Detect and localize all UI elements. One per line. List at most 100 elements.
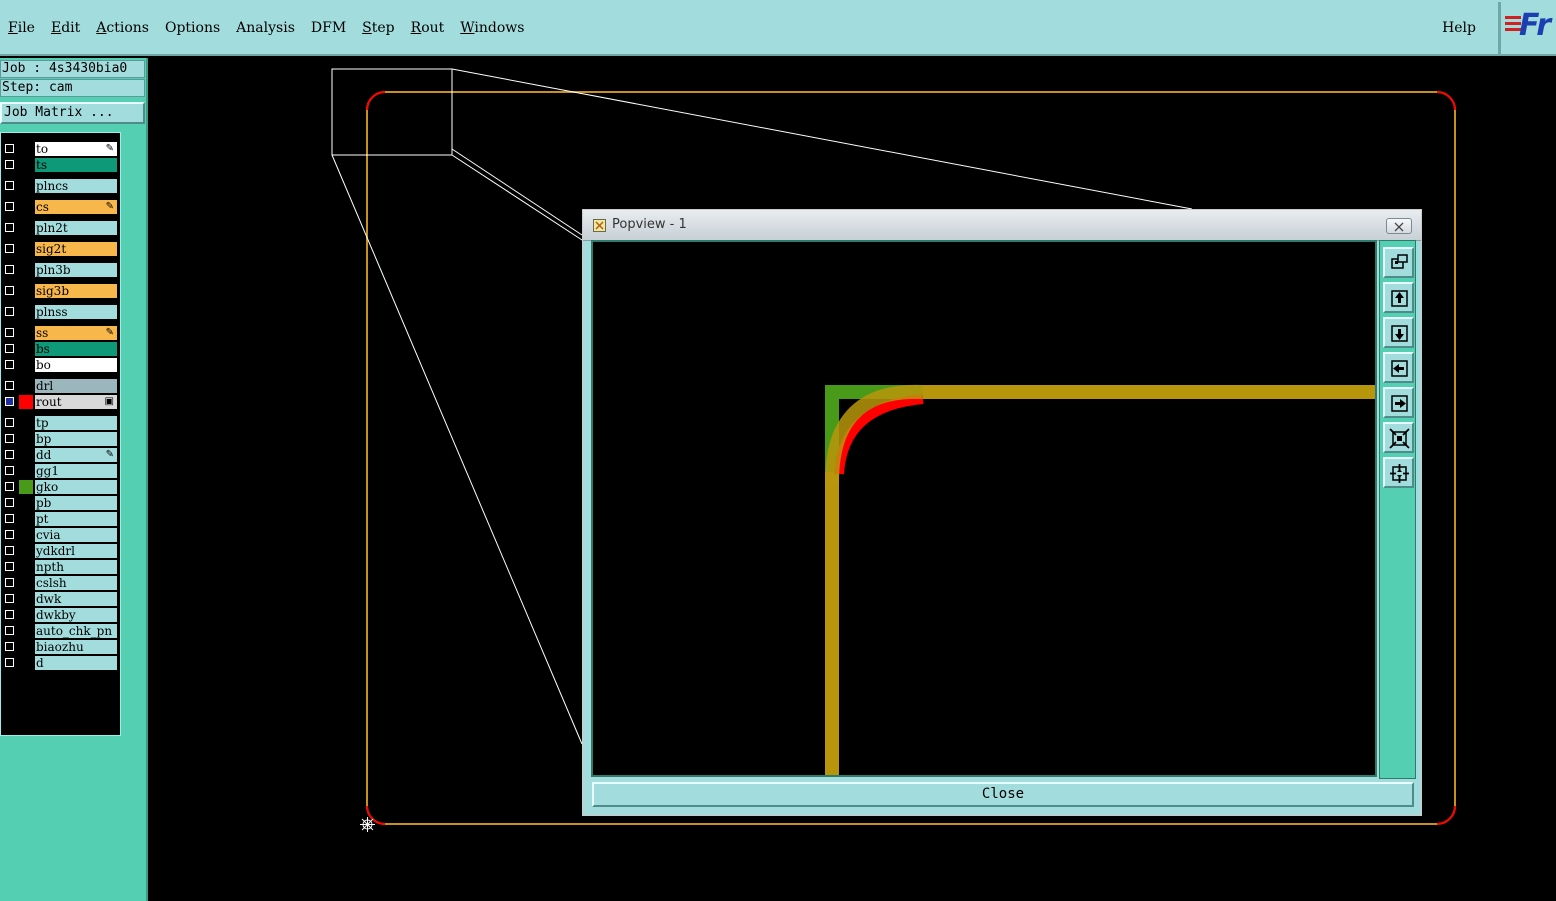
layer-checkbox[interactable] [5,344,14,353]
layer-name[interactable]: tp [35,416,117,430]
layer-name[interactable]: dwkby [35,608,117,622]
layer-row-plnss[interactable]: plnss [1,305,119,320]
layer-name[interactable]: plnss [35,305,117,319]
menu-rout[interactable]: Rout [403,18,453,38]
layer-checkbox[interactable] [5,626,14,635]
layer-checkbox[interactable] [5,434,14,443]
layer-name[interactable]: pln3b [35,263,117,277]
layer-row-rout[interactable]: rout ▣ [1,395,119,410]
layer-row-sig2t[interactable]: sig2t [1,242,119,257]
layer-checkbox[interactable] [5,202,14,211]
layer-checkbox[interactable] [5,562,14,571]
layer-name[interactable]: drl [35,379,117,393]
layer-name[interactable]: ss ✎ [35,326,117,340]
menu-file[interactable]: File [0,18,43,38]
layer-checkbox[interactable] [5,360,14,369]
zoom-out-button[interactable] [1383,422,1414,453]
layer-name[interactable]: biaozhu [35,640,117,654]
layer-checkbox[interactable] [5,307,14,316]
layer-row-bo[interactable]: bo [1,358,119,373]
layer-checkbox[interactable] [5,466,14,475]
layer-row-npth[interactable]: npth [1,560,119,575]
menu-dfm[interactable]: DFM [303,18,354,38]
layer-row-bs[interactable]: bs [1,342,119,357]
menu-actions[interactable]: Actions [88,18,157,38]
layer-name[interactable]: sig3b [35,284,117,298]
layer-row-tp[interactable]: tp [1,416,119,431]
layer-checkbox[interactable] [5,223,14,232]
layer-row-sig3b[interactable]: sig3b [1,284,119,299]
layer-row-to[interactable]: to ✎ [1,142,119,157]
layer-checkbox[interactable] [5,265,14,274]
menu-windows[interactable]: Windows [452,18,532,38]
layer-checkbox[interactable] [5,418,14,427]
popview-titlebar[interactable]: Popview - 1 [583,210,1421,241]
layer-checkbox[interactable] [5,530,14,539]
menu-edit[interactable]: Edit [43,18,88,38]
layer-row-gko[interactable]: gko [1,480,119,495]
pan-right-button[interactable] [1383,387,1414,418]
layer-name[interactable]: rout ▣ [35,395,117,409]
layer-row-auto_chk_pn[interactable]: auto_chk_pn [1,624,119,639]
layer-row-d[interactable]: d [1,656,119,671]
menu-options[interactable]: Options [157,18,228,38]
layer-name[interactable]: npth [35,560,117,574]
layer-checkbox[interactable] [5,286,14,295]
zoom-in-button[interactable] [1383,457,1414,488]
layer-checkbox[interactable] [5,381,14,390]
layer-row-dd[interactable]: dd ✎ [1,448,119,463]
layer-row-dwkby[interactable]: dwkby [1,608,119,623]
layer-row-cvia[interactable]: cvia [1,528,119,543]
layer-row-drl[interactable]: drl [1,379,119,394]
layer-name[interactable]: pln2t [35,221,117,235]
menu-analysis[interactable]: Analysis [228,18,303,38]
layer-checkbox[interactable] [5,546,14,555]
layer-name[interactable]: auto_chk_pn [35,624,117,638]
layer-row-dwk[interactable]: dwk [1,592,119,607]
layer-name[interactable]: cvia [35,528,117,542]
layer-row-biaozhu[interactable]: biaozhu [1,640,119,655]
layer-name[interactable]: bo [35,358,117,372]
layer-row-gg1[interactable]: gg1 [1,464,119,479]
layer-name[interactable]: ts [35,158,117,172]
layer-name[interactable]: gg1 [35,464,117,478]
layer-row-pb[interactable]: pb [1,496,119,511]
popview-close-button[interactable]: Close [592,782,1414,807]
layer-checkbox[interactable] [5,498,14,507]
layer-checkbox[interactable] [5,244,14,253]
layer-name[interactable]: pt [35,512,117,526]
layer-checkbox[interactable] [5,658,14,667]
menu-step[interactable]: Step [354,18,402,38]
layer-name[interactable]: to ✎ [35,142,117,156]
window-close-button[interactable] [1386,218,1412,234]
layer-checkbox[interactable] [5,642,14,651]
layer-checkbox[interactable] [5,610,14,619]
pan-left-button[interactable] [1383,352,1414,383]
layer-name[interactable]: dd ✎ [35,448,117,462]
layer-checkbox[interactable] [5,594,14,603]
layer-name[interactable]: cs ✎ [35,200,117,214]
layer-checkbox[interactable] [5,482,14,491]
job-matrix-button[interactable]: Job Matrix ... [0,102,145,124]
layer-name[interactable]: bp [35,432,117,446]
layer-row-pln3b[interactable]: pln3b [1,263,119,278]
layer-checkbox[interactable] [5,514,14,523]
layer-name[interactable]: plncs [35,179,117,193]
layer-name[interactable]: d [35,656,117,670]
pan-up-button[interactable] [1383,282,1414,313]
layer-checkbox[interactable] [5,578,14,587]
layer-name[interactable]: bs [35,342,117,356]
layer-name[interactable]: ydkdrl [35,544,117,558]
layer-name[interactable]: gko [35,480,117,494]
zoom-window-button[interactable] [1383,247,1414,278]
pan-down-button[interactable] [1383,317,1414,348]
layer-name[interactable]: cslsh [35,576,117,590]
layer-checkbox[interactable] [5,328,14,337]
layer-row-cs[interactable]: cs ✎ [1,200,119,215]
layer-checkbox[interactable] [5,181,14,190]
layer-row-ydkdrl[interactable]: ydkdrl [1,544,119,559]
layer-row-ts[interactable]: ts [1,158,119,173]
layer-checkbox[interactable] [5,144,14,153]
layer-checkbox[interactable] [5,160,14,169]
layer-row-pln2t[interactable]: pln2t [1,221,119,236]
